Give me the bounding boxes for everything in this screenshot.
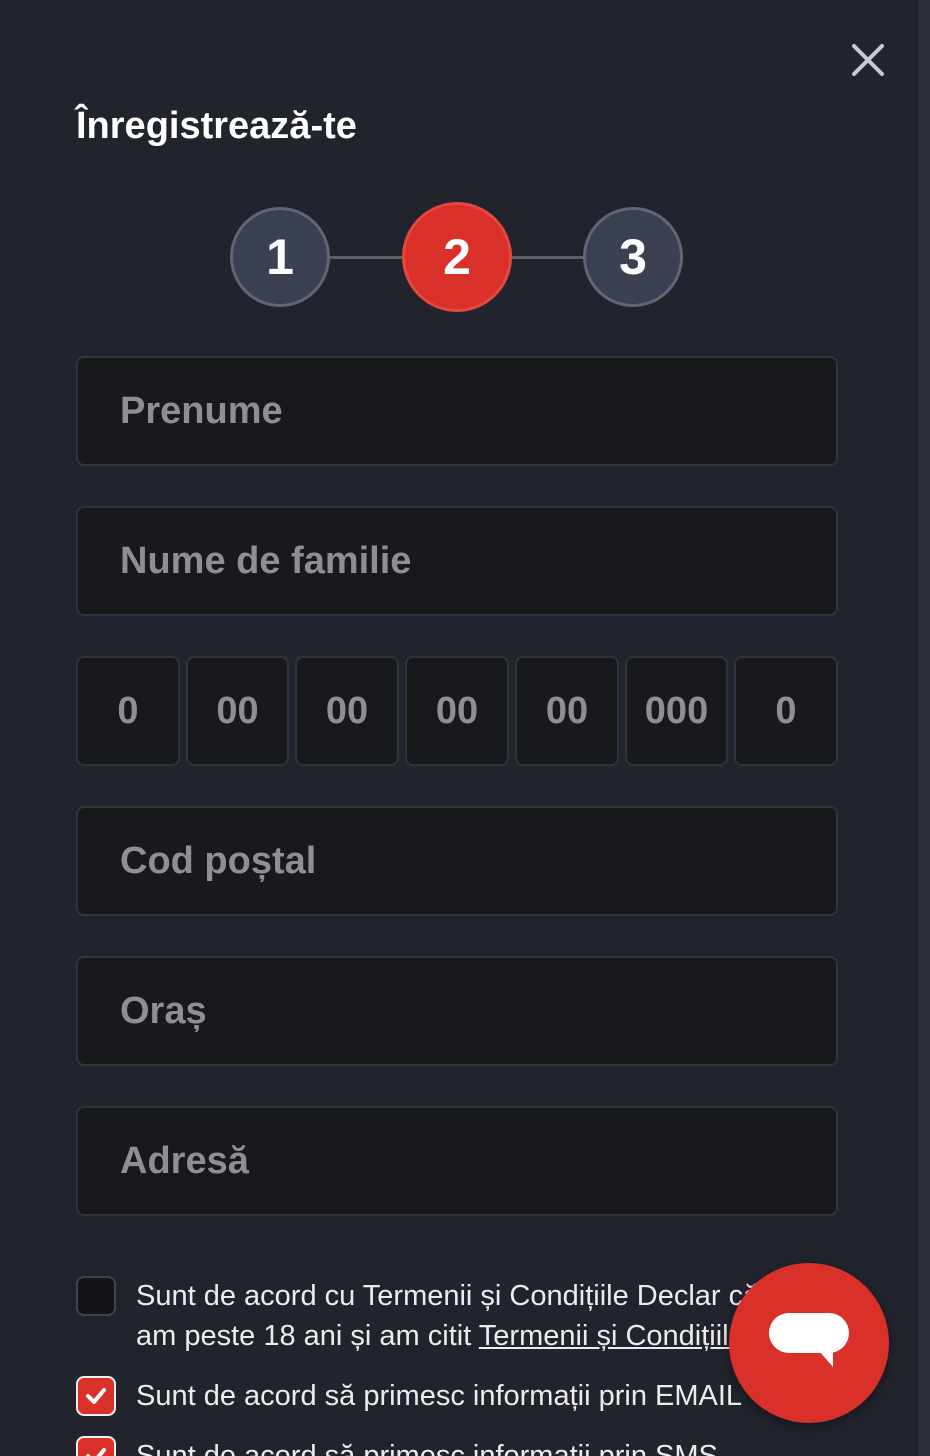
terms-consent-line-2: am peste 18 ani și am citit Termenii și … [136, 1316, 776, 1356]
last-name-field[interactable]: Nume de familie [76, 506, 838, 616]
checkmark-icon [86, 1448, 106, 1456]
chat-button[interactable] [729, 1263, 889, 1423]
chat-bubble-icon [769, 1313, 849, 1367]
phone-segment-1[interactable]: 0 [76, 656, 180, 766]
terms-consent-prefix: am peste 18 ani și am citit [136, 1320, 479, 1352]
phone-segment-4[interactable]: 00 [405, 656, 509, 766]
phone-segment-2[interactable]: 00 [186, 656, 289, 766]
email-consent-checkbox[interactable] [76, 1376, 116, 1416]
email-consent-text: Sunt de acord să primesc informații prin… [136, 1380, 743, 1412]
address-field[interactable]: Adresă [76, 1106, 838, 1216]
close-icon [852, 44, 884, 76]
checkmark-icon [86, 1388, 106, 1404]
step-connector [328, 256, 406, 259]
step-indicator: 1 2 3 [230, 202, 685, 312]
terms-checkbox[interactable] [76, 1276, 116, 1316]
step-2-active: 2 [402, 202, 512, 312]
phone-segment-5[interactable]: 00 [515, 656, 619, 766]
sms-consent-checkbox[interactable] [76, 1436, 116, 1456]
registration-modal: Înregistrează-te 1 2 3 Prenume Nume de f… [0, 0, 930, 1456]
modal-title: Înregistrează-te [76, 105, 357, 147]
sms-consent-text: Sunt de acord să primesc informații prin… [136, 1440, 718, 1456]
postal-code-field[interactable]: Cod poștal [76, 806, 838, 916]
close-button[interactable] [844, 36, 892, 84]
terms-consent-text: Sunt de acord cu Termenii și Condițiile … [136, 1276, 776, 1356]
step-connector [508, 256, 586, 259]
city-field[interactable]: Oraș [76, 956, 838, 1066]
phone-segment-3[interactable]: 00 [295, 656, 399, 766]
terms-link[interactable]: Termenii și Condițiile [479, 1320, 745, 1352]
step-3: 3 [583, 207, 683, 307]
first-name-field[interactable]: Prenume [76, 356, 838, 466]
step-1[interactable]: 1 [230, 207, 330, 307]
terms-consent-line-1: Sunt de acord cu Termenii și Condițiile … [136, 1280, 760, 1312]
phone-segment-7[interactable]: 0 [734, 656, 838, 766]
phone-segment-6[interactable]: 000 [625, 656, 728, 766]
scrollbar[interactable] [918, 0, 930, 1456]
